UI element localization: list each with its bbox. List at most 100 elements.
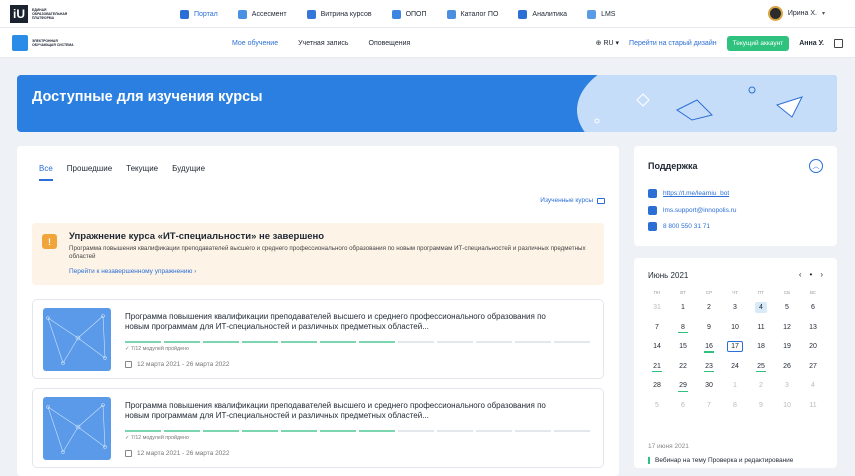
calendar-day[interactable]: 2	[748, 376, 774, 396]
alert-description: Программа повышения квалификации препода…	[69, 245, 586, 260]
tab-current[interactable]: Текущие	[126, 164, 158, 181]
nav-opop[interactable]: ОПОП	[391, 9, 427, 19]
top-bar: iU ЕДИНАЯ ОБРАЗОВАТЕЛЬНАЯ ПЛАТФОРМА Порт…	[0, 0, 855, 28]
course-tabs: Все Прошедшие Текущие Будущие	[39, 164, 205, 181]
progress-segment	[437, 430, 473, 432]
calendar-day[interactable]: 7	[696, 396, 722, 416]
collapse-toggle[interactable]: ︿	[809, 159, 823, 173]
nav-assessment[interactable]: Ассесмент	[237, 9, 287, 19]
calendar-day[interactable]: 18	[748, 337, 774, 357]
go-to-exercise-link[interactable]: Перейти к незавершенному упражнению ›	[69, 268, 196, 275]
calendar-day[interactable]: 16	[696, 337, 722, 357]
calendar-day[interactable]: 9	[696, 318, 722, 338]
weekday-label: СР	[705, 290, 713, 295]
language-selector[interactable]: ⊕ RU ▾	[596, 39, 619, 47]
next-month-button[interactable]: ›	[820, 270, 823, 279]
calendar-day[interactable]: 11	[800, 396, 826, 416]
calendar-day[interactable]: 1	[670, 298, 696, 318]
current-account-button[interactable]: Текущий аккаунт	[726, 35, 790, 51]
calendar-day[interactable]: 9	[748, 396, 774, 416]
calendar-day[interactable]: 13	[800, 318, 826, 338]
calendar-day[interactable]: 5	[644, 396, 670, 416]
calendar-day[interactable]: 4	[800, 376, 826, 396]
book-icon	[597, 197, 605, 204]
calendar-day[interactable]: 23	[696, 357, 722, 377]
lms-nav: Мое обучение Учетная запись Оповещения	[232, 28, 410, 58]
calendar-day[interactable]: 5	[774, 298, 800, 318]
calendar-day[interactable]: 26	[774, 357, 800, 377]
calendar-day[interactable]: 25	[748, 357, 774, 377]
check-icon	[237, 9, 247, 19]
studied-courses-link[interactable]: Изученные курсы	[540, 197, 605, 204]
course-title: Программа повышения квалификации препода…	[125, 312, 546, 331]
calendar-day[interactable]: 14	[644, 337, 670, 357]
calendar-day[interactable]: 15	[670, 337, 696, 357]
calendar-day[interactable]: 8	[722, 396, 748, 416]
user-menu[interactable]: Ирина Х. ▾	[767, 6, 825, 21]
calendar-day[interactable]: 4	[748, 298, 774, 318]
calendar-day[interactable]: 27	[800, 357, 826, 377]
calendar-day[interactable]: 22	[670, 357, 696, 377]
mail-icon	[648, 206, 657, 215]
event-date: 17 июня 2021	[648, 443, 689, 450]
progress-segment	[242, 341, 278, 343]
calendar-day[interactable]: 3	[722, 298, 748, 318]
calendar-day[interactable]: 10	[722, 318, 748, 338]
progress-segment	[281, 430, 317, 432]
logout-icon[interactable]	[834, 38, 843, 48]
nav-my-learning[interactable]: Мое обучение	[232, 40, 278, 47]
support-telegram[interactable]: https://t.me/learniu_bot	[648, 189, 729, 198]
hero-banner: Доступные для изучения курсы	[17, 75, 837, 132]
calendar-day[interactable]: 11	[748, 318, 774, 338]
chevron-down-icon: ▾	[821, 11, 825, 17]
calendar-day[interactable]: 30	[696, 376, 722, 396]
weekday-label: СБ	[783, 290, 791, 295]
calendar-day[interactable]: 10	[774, 396, 800, 416]
calendar-icon	[125, 361, 132, 368]
telegram-icon	[648, 189, 657, 198]
nav-portal[interactable]: Портал	[180, 9, 218, 19]
calendar-day[interactable]: 3	[774, 376, 800, 396]
calendar-day[interactable]: 1	[722, 376, 748, 396]
old-design-link[interactable]: Перейти на старый дизайн	[629, 40, 717, 47]
calendar-day[interactable]: 12	[774, 318, 800, 338]
calendar-day[interactable]: 6	[800, 298, 826, 318]
support-email[interactable]: lms.support@innopolis.ru	[648, 206, 736, 215]
calendar-day[interactable]: 24	[722, 357, 748, 377]
nav-analytics[interactable]: Аналитика	[518, 9, 567, 19]
calendar-day[interactable]: 6	[670, 396, 696, 416]
calendar-day[interactable]: 7	[644, 318, 670, 338]
nav-software-catalog[interactable]: Каталог ПО	[446, 9, 498, 19]
tab-all[interactable]: Все	[39, 164, 53, 181]
prev-month-button[interactable]: ‹	[799, 270, 802, 279]
course-card[interactable]: Программа повышения квалификации препода…	[32, 388, 604, 468]
nav-account[interactable]: Учетная запись	[298, 40, 348, 47]
portal-icon	[180, 9, 189, 19]
today-button[interactable]: •	[810, 270, 813, 279]
progress-bar	[125, 341, 590, 343]
calendar-day[interactable]: 8	[670, 318, 696, 338]
calendar-day[interactable]: 17	[722, 337, 748, 357]
nav-course-showcase[interactable]: Витрина курсов	[306, 9, 372, 19]
platform-logo[interactable]: iU ЕДИНАЯ ОБРАЗОВАТЕЛЬНАЯ ПЛАТФОРМА	[10, 5, 78, 23]
lms-logo[interactable]: ЭЛЕКТРОННАЯ ОБУЧАЮЩАЯ СИСТЕМА	[12, 35, 76, 51]
event-item[interactable]: Вебинар на тему Проверка и редактировани…	[648, 457, 793, 464]
progress-segment	[476, 341, 512, 343]
course-card[interactable]: Программа повышения квалификации препода…	[32, 299, 604, 379]
course-dates: 12 марта 2021 - 26 марта 2022	[125, 450, 230, 457]
calendar-day[interactable]: 29	[670, 376, 696, 396]
calendar-day[interactable]: 19	[774, 337, 800, 357]
calendar-day[interactable]: 31	[644, 298, 670, 318]
support-phone[interactable]: 8 800 550 31 71	[648, 222, 710, 231]
nav-notifications[interactable]: Оповещения	[369, 40, 411, 47]
tab-future[interactable]: Будущие	[172, 164, 205, 181]
nav-lms[interactable]: LMS	[587, 9, 615, 19]
tab-past[interactable]: Прошедшие	[67, 164, 112, 181]
support-panel: Поддержка ︿ https://t.me/learniu_bot lms…	[634, 146, 837, 246]
weekday-label: ПТ	[758, 290, 764, 295]
calendar-day[interactable]: 21	[644, 357, 670, 377]
calendar-day[interactable]: 20	[800, 337, 826, 357]
calendar-day[interactable]: 2	[696, 298, 722, 318]
calendar-icon	[125, 450, 132, 457]
calendar-day[interactable]: 28	[644, 376, 670, 396]
